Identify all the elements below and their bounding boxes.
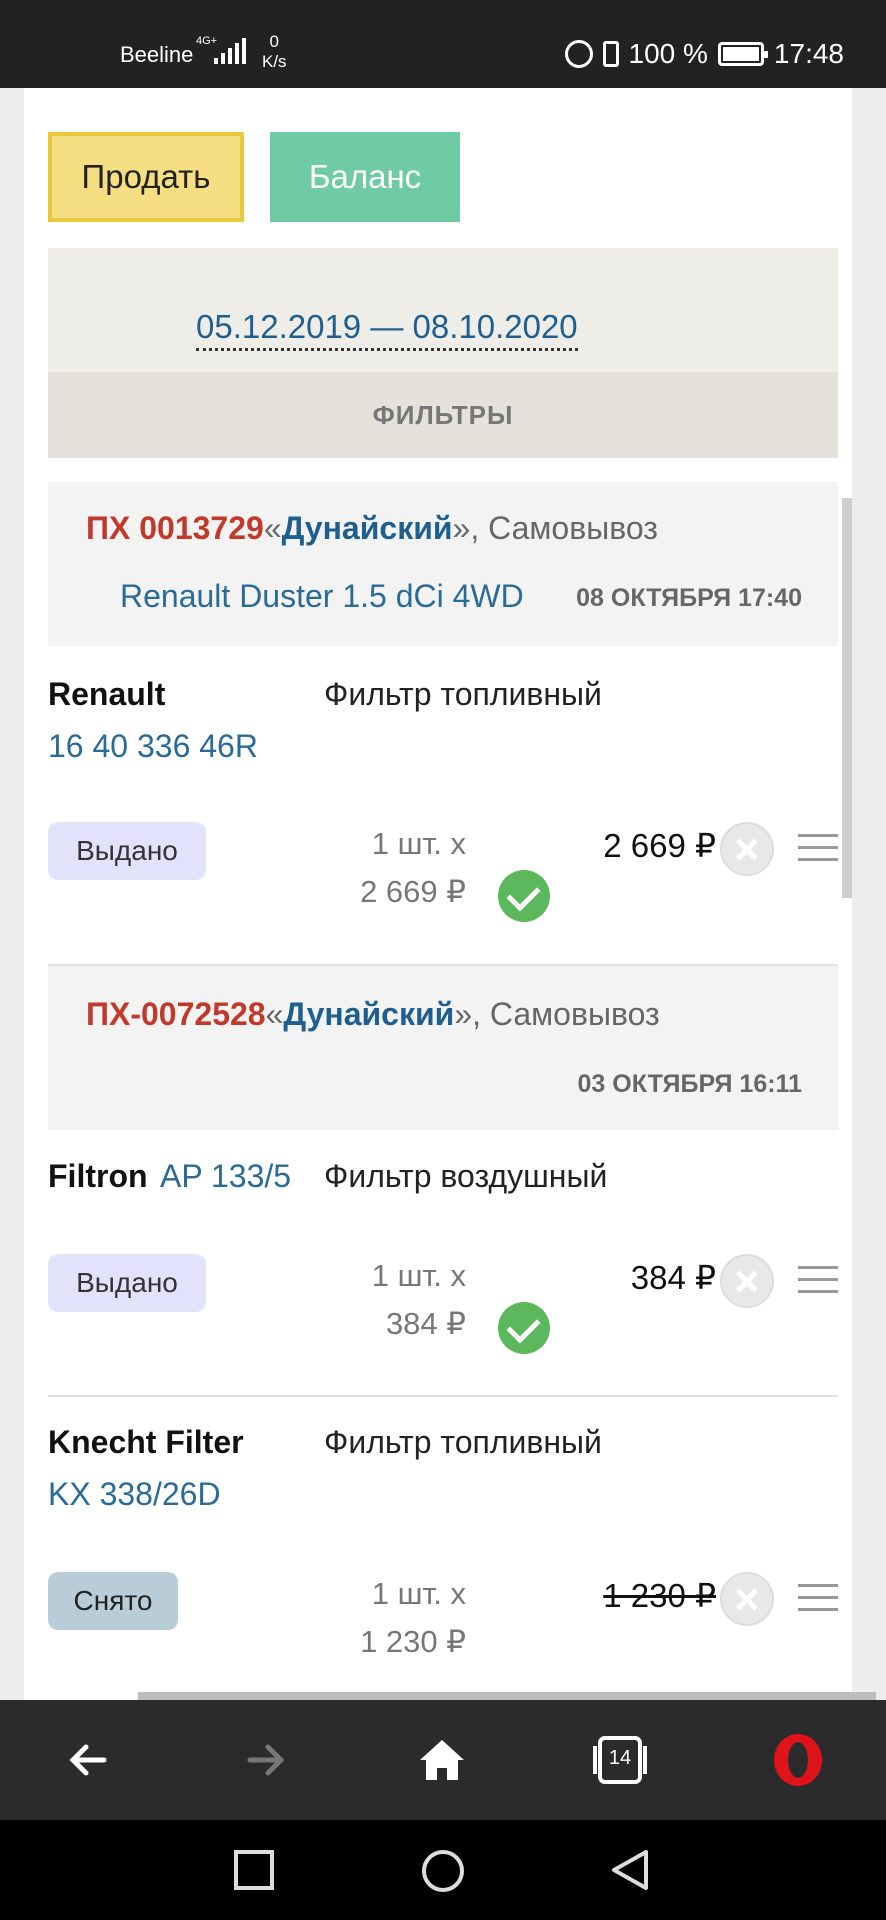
tabs-icon[interactable]: 14 [590,1730,650,1790]
balance-button[interactable]: Баланс [270,132,460,222]
order-title: ПХ-0072528«Дунайский», Самовывоз [86,996,660,1033]
item-name: Фильтр воздушный [324,1158,608,1194]
item-menu-icon[interactable] [798,1584,838,1612]
horizontal-scrollbar[interactable] [138,1692,876,1700]
status-badge: Снято [48,1572,178,1630]
home-icon[interactable] [412,1730,472,1790]
item-total: 2 669 ₽ [603,827,716,864]
item-qty: 1 шт. x [371,826,466,861]
quote-close: » [452,510,471,546]
square-nav-icon[interactable] [232,1848,276,1892]
item-unit-price: 1 230 ₽ [360,1624,466,1659]
tabs-count: 14 [608,1747,632,1769]
back-icon[interactable] [58,1730,118,1790]
order-date: 03 ОКТЯБРЯ 16:11 [577,1070,803,1098]
item-total: 384 ₽ [630,1259,716,1296]
order-header[interactable]: ПХ-0072528«Дунайский», Самовывоз 03 ОКТЯ… [48,964,838,1130]
filters-button[interactable]: ФИЛЬТРЫ [48,372,838,458]
status-badge: Выдано [48,822,206,880]
battery-percent: 100 % [628,38,708,69]
forward-icon[interactable] [236,1730,296,1790]
date-range-picker[interactable]: 05.12.2019 — 08.10.2020 [196,308,578,351]
filter-panel: 05.12.2019 — 08.10.2020 ФИЛЬТРЫ [48,248,838,458]
quote-open: « [265,996,284,1032]
item-qty: 1 шт. x [371,1258,466,1293]
confirmed-check-icon [498,1302,550,1354]
item-total: 1 230 ₽ [603,1577,716,1614]
quote-open: « [263,510,282,546]
circle-nav-icon[interactable] [420,1848,466,1894]
order-header[interactable]: ПХ 0013729«Дунайский», Самовывоз Renault… [48,482,838,646]
signal-icon [214,38,246,64]
delivery-type: , Самовывоз [470,510,658,546]
opera-icon[interactable] [768,1730,828,1790]
battery-icon [717,42,768,66]
alarm-icon [564,40,593,68]
order-title: ПХ 0013729«Дунайский», Самовывоз [86,510,658,547]
store-name[interactable]: Дунайский [282,510,453,546]
network-speed: 0 K/s [262,32,287,72]
divider [48,1395,838,1397]
item-brand: Renault [48,676,166,712]
item-name: Фильтр топливный [324,1424,602,1460]
scrollbar[interactable] [842,498,852,898]
sell-button[interactable]: Продать [48,132,244,222]
order-number[interactable]: ПХ 0013729 [86,510,264,546]
triangle-back-nav-icon[interactable] [608,1846,652,1894]
browser-toolbar: 14 [0,1692,886,1820]
order-date: 08 ОКТЯБРЯ 17:40 [576,584,802,612]
order-number[interactable]: ПХ-0072528 [86,996,266,1032]
item-unit-price: 2 669 ₽ [360,874,466,909]
clock: 17:48 [773,38,844,69]
orders-page: Продать Баланс 05.12.2019 — 08.10.2020 Ф… [24,88,852,1700]
item-article[interactable]: 16 40 336 46R [48,728,258,765]
remove-item-icon[interactable] [720,822,774,876]
status-badge: Выдано [48,1254,206,1312]
store-name[interactable]: Дунайский [283,996,454,1032]
status-bar: Beeline 4G+ 0 K/s 100 % 17:48 [0,0,886,88]
delivery-type: , Самовывоз [472,996,660,1032]
quote-close: » [454,996,473,1032]
item-menu-icon[interactable] [798,1266,838,1294]
item-qty: 1 шт. x [371,1576,466,1611]
remove-item-icon[interactable] [720,1572,774,1626]
item-name: Фильтр топливный [324,676,602,712]
speed-value: 0 [269,32,280,51]
item-menu-icon[interactable] [798,834,838,862]
confirmed-check-icon [498,870,550,922]
item-article[interactable]: KX 338/26D [48,1476,221,1513]
item-brand: Filtron [48,1158,148,1194]
item-brand: Knecht Filter [48,1424,244,1460]
speed-unit: K/s [262,52,287,71]
system-navigation-bar [0,1820,886,1920]
item-article[interactable]: AP 133/5 [160,1158,291,1195]
car-model[interactable]: Renault Duster 1.5 dCi 4WD [120,578,524,615]
item-unit-price: 384 ₽ [385,1306,466,1341]
remove-item-icon[interactable] [720,1254,774,1308]
vibrate-icon [602,41,619,67]
carrier-name: Beeline [120,42,194,67]
